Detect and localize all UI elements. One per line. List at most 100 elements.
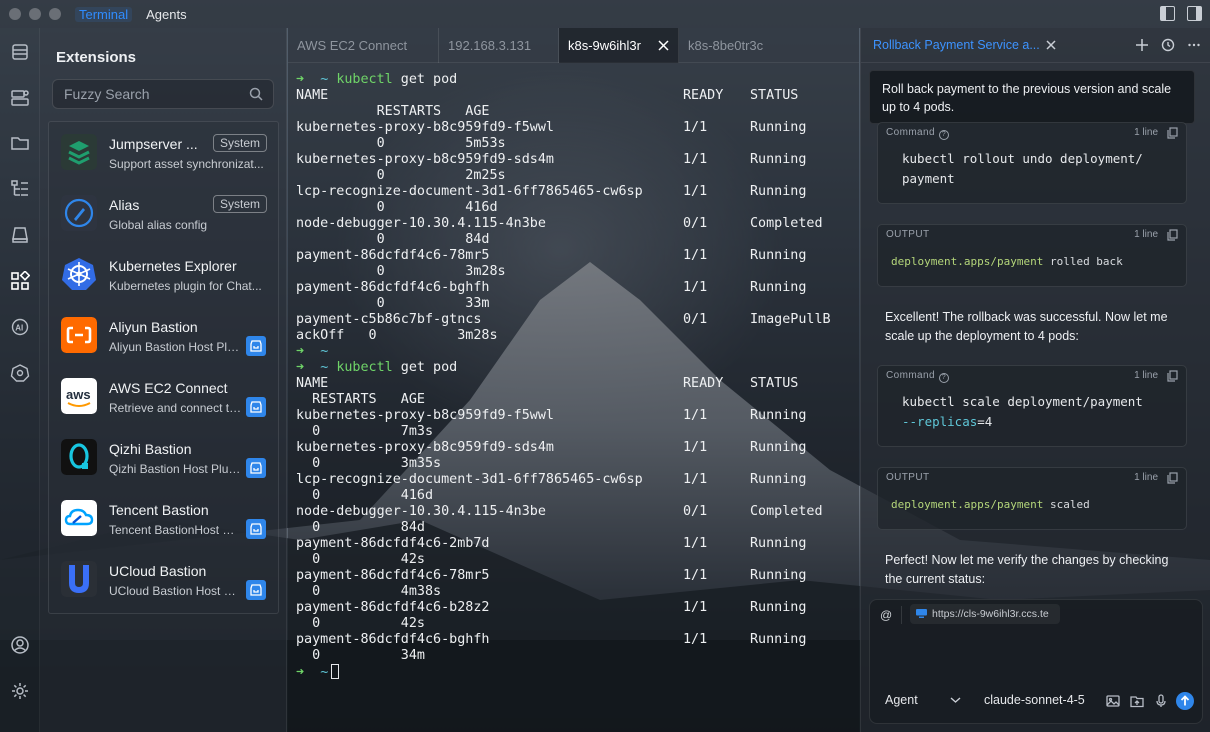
terminal-cell: Completed [750, 216, 823, 231]
extension-desc: Retrieve and connect to EC2 [109, 401, 242, 415]
image-icon[interactable] [1106, 694, 1120, 708]
chevron-down-icon[interactable] [950, 696, 961, 704]
terminal-cell: kubernetes-proxy-b8c959fd9-sds4m [296, 152, 554, 167]
line-count: 1 line [1134, 472, 1158, 483]
extension-item-qizhi[interactable]: Qizhi Bastion Qizhi Bastion Host Plugin [49, 427, 278, 488]
terminal-cell: Running [750, 472, 807, 487]
extensions-icon[interactable] [10, 271, 30, 291]
zoom-window-button[interactable] [49, 8, 61, 20]
terminal-text-line: 0 33m [296, 296, 490, 311]
store-install-button[interactable] [246, 580, 266, 600]
terminal-cell: READY [683, 88, 724, 103]
account-icon[interactable] [10, 635, 30, 655]
output-text: deployment.apps/payment rolled back [891, 255, 1123, 268]
terminal-tab-aws-ec2[interactable]: AWS EC2 Connect [288, 28, 439, 63]
prompt-dir: ~ [320, 344, 329, 359]
copy-icon[interactable] [1167, 229, 1178, 241]
extension-list: Jumpserver ... Support asset synchroniza… [48, 121, 279, 614]
terminal-text-line: RESTARTS AGE [296, 104, 490, 119]
close-chat-tab-icon[interactable] [1045, 39, 1057, 51]
search-icon[interactable] [248, 86, 264, 102]
sessions-icon[interactable] [10, 42, 30, 62]
minimize-window-button[interactable] [29, 8, 41, 20]
history-icon[interactable] [1161, 38, 1175, 52]
extension-item-tencent[interactable]: Tencent Bastion Tencent BastionHost Plug… [49, 488, 278, 549]
mention-button[interactable]: @ [880, 606, 902, 624]
line-count: 1 line [1134, 127, 1158, 138]
terminal-cell: Running [750, 120, 807, 135]
extension-item-alias[interactable]: Alias Global alias config System [49, 183, 278, 244]
command-name: kubectl [336, 360, 393, 375]
settings-icon[interactable] [10, 681, 30, 701]
store-install-button[interactable] [246, 397, 266, 417]
store-install-button[interactable] [246, 458, 266, 478]
extension-desc: Tencent BastionHost Plugin [109, 523, 242, 537]
toggle-right-panel-icon[interactable] [1187, 6, 1202, 21]
prompt-dir: ~ [320, 360, 329, 375]
close-tab-icon[interactable] [657, 39, 670, 52]
tree-icon[interactable] [10, 179, 30, 199]
extension-name: UCloud Bastion [109, 563, 207, 579]
extension-item-aws[interactable]: aws AWS EC2 Connect Retrieve and connect… [49, 366, 278, 427]
context-chip[interactable]: https://cls-9w6ihl3r.ccs.te [910, 604, 1060, 624]
model-select[interactable]: claude-sonnet-4-5 [984, 693, 1085, 707]
copy-icon[interactable] [1167, 370, 1178, 382]
terminal-table-row: payment-86dcfdf4c6-78mr5 1/1 Running [296, 568, 806, 584]
copy-icon[interactable] [1167, 127, 1178, 139]
terminal-tab-host[interactable]: 192.168.3.131 [439, 28, 559, 63]
more-options-icon[interactable] [1187, 38, 1201, 52]
new-chat-icon[interactable] [1135, 38, 1149, 52]
hosts-icon[interactable] [10, 88, 30, 108]
kubernetes-icon[interactable] [10, 363, 30, 383]
mode-select[interactable]: Agent [885, 693, 918, 707]
terminal-cell: 0/1 [683, 216, 708, 231]
terminal-tab-k8s-active[interactable]: k8s-9w6ihl3r [559, 28, 679, 63]
files-icon[interactable] [10, 133, 30, 153]
extension-item-jumpserver[interactable]: Jumpserver ... Support asset synchroniza… [49, 122, 278, 183]
terminal-cell: node-debugger-10.30.4.115-4n3be [296, 216, 546, 231]
terminal-text-line: 0 2m25s [296, 168, 506, 183]
terminal-text-line: 0 42s [296, 616, 425, 631]
copy-icon[interactable] [1167, 472, 1178, 484]
terminal-text-line: 0 42s [296, 552, 425, 567]
chat-tab-title[interactable]: Rollback Payment Service a... [873, 38, 1040, 52]
toggle-left-panel-icon[interactable] [1160, 6, 1175, 21]
terminal-cell: Completed [750, 504, 823, 519]
terminal-cell: payment-c5b86c7bf-gtncs [296, 312, 482, 327]
terminal-cell: 1/1 [683, 184, 708, 199]
chat-composer[interactable]: @ https://cls-9w6ihl3r.ccs.te Agent clau… [869, 599, 1203, 724]
layout-controls [1160, 6, 1202, 21]
command-code-line: kubectl scale deployment/payment [902, 394, 1143, 409]
close-window-button[interactable] [9, 8, 21, 20]
vault-icon[interactable] [10, 225, 30, 245]
prompt-dir: ~ [320, 72, 329, 87]
terminal-output[interactable]: ➜ ~ kubectl get pod NAME READY STATUS RESTA… [288, 63, 859, 732]
store-install-button[interactable] [246, 519, 266, 539]
terminal-cell: Running [750, 632, 807, 647]
store-icon [250, 584, 262, 596]
store-icon [250, 523, 262, 535]
extension-item-ucloud[interactable]: UCloud Bastion UCloud Bastion Host Plugi… [49, 549, 278, 610]
terminal-table-row: NAME READY STATUS [296, 376, 798, 392]
terminal-cell: lcp-recognize-document-3d1-6ff7865465-cw… [296, 184, 643, 199]
extension-item-aliyun[interactable]: Aliyun Bastion Aliyun Bastion Host Plugi… [49, 305, 278, 366]
ai-icon[interactable]: AI [10, 317, 30, 337]
terminal-cell: 1/1 [683, 440, 708, 455]
terminal-cell: payment-86dcfdf4c6-78mr5 [296, 248, 490, 263]
terminal-tab-k8s-other[interactable]: k8s-8be0tr3c [679, 28, 809, 63]
microphone-icon[interactable] [1154, 694, 1168, 708]
send-button[interactable] [1176, 692, 1194, 710]
aliyun-logo [61, 317, 97, 353]
tab-agents[interactable]: Agents [142, 7, 190, 22]
terminal-text-line: 0 416d [296, 200, 498, 215]
tab-terminal[interactable]: Terminal [75, 6, 133, 22]
output-label: OUTPUT [886, 229, 930, 240]
search-input[interactable] [53, 80, 243, 108]
upload-file-icon[interactable] [1130, 694, 1144, 708]
window-controls [9, 8, 61, 20]
extension-item-kubernetes[interactable]: Kubernetes Explorer Kubernetes plugin fo… [49, 244, 278, 305]
store-install-button[interactable] [246, 336, 266, 356]
extension-desc: Kubernetes plugin for Chat... [109, 279, 262, 293]
output-text: deployment.apps/payment scaled [891, 498, 1090, 511]
terminal-text-line: 0 4m38s [296, 584, 442, 599]
